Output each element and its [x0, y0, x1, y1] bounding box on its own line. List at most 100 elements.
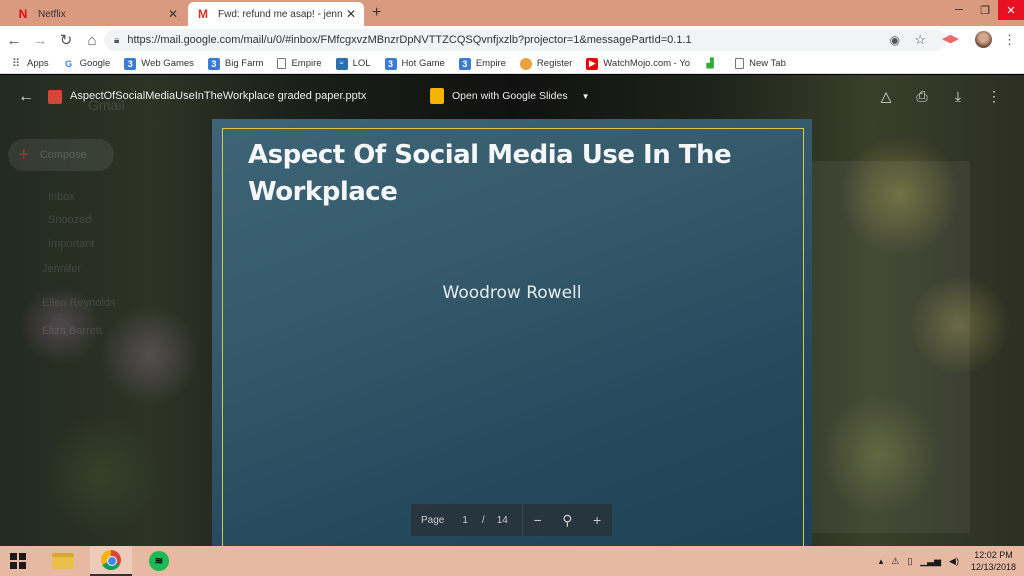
bookmark-label: Empire	[291, 58, 322, 69]
chevron-up-icon[interactable]: ▴	[879, 556, 884, 567]
new-tab-button[interactable]: +	[372, 4, 381, 22]
bookmark-label: Empire	[475, 58, 506, 69]
bookmark-3-icon: 3	[458, 57, 471, 70]
bookmark-apps[interactable]: ⠿ Apps	[10, 58, 49, 70]
download-icon[interactable]: ⤓	[940, 88, 976, 105]
tab-netflix[interactable]: N Netflix ✕	[8, 2, 186, 26]
bookmark-label: Big Farm	[224, 58, 264, 69]
bookmark-label: LOL	[352, 58, 371, 69]
close-tab-icon[interactable]: ✕	[346, 7, 356, 21]
google-icon: G	[65, 58, 73, 69]
apps-grid-icon: ⠿	[11, 58, 21, 70]
plus-icon: +	[18, 143, 30, 166]
chevron-down-icon[interactable]: ▼	[582, 92, 590, 101]
windows-icon	[10, 553, 26, 569]
bookmark-label: WatchMojo.com - Yo	[603, 58, 691, 69]
security-icon[interactable]: ⚠	[891, 556, 899, 567]
bookmark-register[interactable]: Register	[519, 57, 573, 70]
clock-time: 12:02 PM	[974, 550, 1013, 560]
gmail-icon: M	[198, 7, 208, 21]
page-separator: /	[481, 514, 485, 526]
restore-icon[interactable]: ❐	[972, 0, 998, 20]
slide-author: Woodrow Rowell	[442, 283, 582, 303]
browser-menu-icon[interactable]: ⋮	[1003, 32, 1016, 48]
open-with-label: Open with Google Slides	[452, 90, 568, 102]
zoom-out-icon[interactable]: −	[523, 512, 553, 528]
minimize-icon[interactable]: ─	[946, 0, 972, 20]
page-number-input[interactable]: 1	[462, 515, 468, 526]
powerpoint-icon	[48, 90, 62, 104]
bookmark-empire-2[interactable]: 3 Empire	[458, 57, 506, 70]
home-icon[interactable]: ⌂	[80, 32, 104, 49]
forward-icon[interactable]: →	[28, 32, 52, 49]
bookmark-empire[interactable]: Empire	[277, 58, 322, 69]
close-window-icon[interactable]: ✕	[998, 0, 1024, 20]
folder-icon	[52, 553, 74, 569]
bookmark-big-farm[interactable]: 3 Big Farm	[207, 57, 264, 70]
url-text[interactable]: https://mail.google.com/mail/u/0/#inbox/…	[127, 34, 691, 46]
address-bar[interactable]: 🔒︎ https://mail.google.com/mail/u/0/#inb…	[104, 29, 946, 51]
green-icon: ▟	[706, 58, 714, 68]
file-name: AspectOfSocialMediaUseInTheWorkplace gra…	[70, 90, 367, 102]
netflix-icon: N	[18, 7, 28, 21]
extension-icon[interactable]: ◀▶	[942, 32, 959, 45]
bookmark-3-icon: 3	[124, 57, 137, 70]
page-icon	[277, 58, 287, 69]
zoom-in-icon[interactable]: +	[582, 512, 612, 528]
bookmark-web-games[interactable]: 3 Web Games	[124, 57, 194, 70]
clock-date: 12/13/2018	[970, 562, 1016, 572]
chrome-icon	[101, 550, 121, 570]
google-slides-icon	[430, 88, 444, 104]
bookmark-lol[interactable]: ≈ LOL	[335, 57, 371, 70]
clock[interactable]: 12:02 PM 12/13/2018	[971, 549, 1016, 573]
nav-snoozed: Snoozed	[48, 214, 92, 226]
nav-inbox: Inbox	[48, 191, 75, 203]
back-icon[interactable]: ←	[2, 32, 26, 49]
eye-icon[interactable]: ◉	[890, 33, 900, 47]
reload-icon[interactable]: ↻	[54, 31, 78, 49]
bookmark-google[interactable]: G Google	[63, 58, 110, 70]
chrome-taskbar-button[interactable]	[90, 546, 132, 576]
profile-avatar[interactable]	[975, 31, 992, 48]
bookmark-3-icon: 3	[207, 57, 220, 70]
bookmark-green[interactable]: ▟	[704, 58, 721, 70]
bookmark-label: Web Games	[141, 58, 194, 69]
slide-title: Aspect Of Social Media Use In The Workpl…	[248, 140, 732, 207]
more-options-icon[interactable]: ⋮	[976, 88, 1012, 105]
window-controls: ─ ❐ ✕	[946, 0, 1024, 20]
bookmark-watchmojo[interactable]: ▶ WatchMojo.com - Yo	[586, 57, 691, 70]
tab-gmail[interactable]: M Fwd: refund me asap! - jennifer.h ✕	[188, 2, 364, 26]
bookmark-hot-game[interactable]: 3 Hot Game	[384, 57, 445, 70]
bookmark-star-icon[interactable]: ☆	[914, 32, 926, 48]
page-controls: Page 1 / 14 − ⚲ +	[411, 504, 612, 536]
start-button[interactable]	[0, 546, 36, 576]
compose-label: Compose	[39, 149, 87, 161]
back-arrow-icon[interactable]: ←	[18, 88, 34, 106]
viewer-toolbar: ← AspectOfSocialMediaUseInTheWorkplace g…	[0, 75, 1024, 119]
bookmark-label: Register	[536, 58, 573, 69]
spotify-icon: ≋	[149, 551, 169, 571]
slide-preview[interactable]: Aspect Of Social Media Use In The Workpl…	[212, 119, 812, 546]
close-tab-icon[interactable]: ✕	[168, 7, 178, 21]
lock-icon[interactable]: 🔒︎	[114, 35, 119, 46]
open-with-button[interactable]: Open with Google Slides ▼	[430, 88, 590, 104]
page-total: 14	[496, 514, 508, 526]
tab-title: Fwd: refund me asap! - jennifer.h	[218, 8, 342, 20]
lol-icon: ≈	[335, 57, 348, 70]
add-to-drive-icon[interactable]: △	[868, 88, 904, 105]
gmail-message-pane	[812, 161, 970, 533]
compose-button: + Compose	[8, 139, 114, 171]
wifi-icon[interactable]: ▁▃▅	[920, 556, 941, 567]
tab-title: Netflix	[38, 8, 66, 20]
bookmark-3-icon: 3	[384, 57, 397, 70]
print-icon[interactable]: ⎙	[904, 88, 940, 105]
zoom-icon[interactable]: ⚲	[553, 512, 583, 529]
volume-icon[interactable]: ◀)	[949, 556, 959, 567]
spotify-taskbar-button[interactable]: ≋	[138, 546, 180, 576]
bookmark-label: Hot Game	[401, 58, 445, 69]
file-explorer-button[interactable]	[42, 546, 84, 576]
page-content: Gmail + Compose Inbox Snoozed Important …	[0, 75, 1024, 546]
system-tray: ▴ ⚠ ▯ ▁▃▅ ◀) 12:02 PM 12/13/2018	[871, 546, 1016, 576]
bookmark-new-tab[interactable]: New Tab	[735, 58, 786, 69]
battery-icon[interactable]: ▯	[907, 556, 912, 567]
